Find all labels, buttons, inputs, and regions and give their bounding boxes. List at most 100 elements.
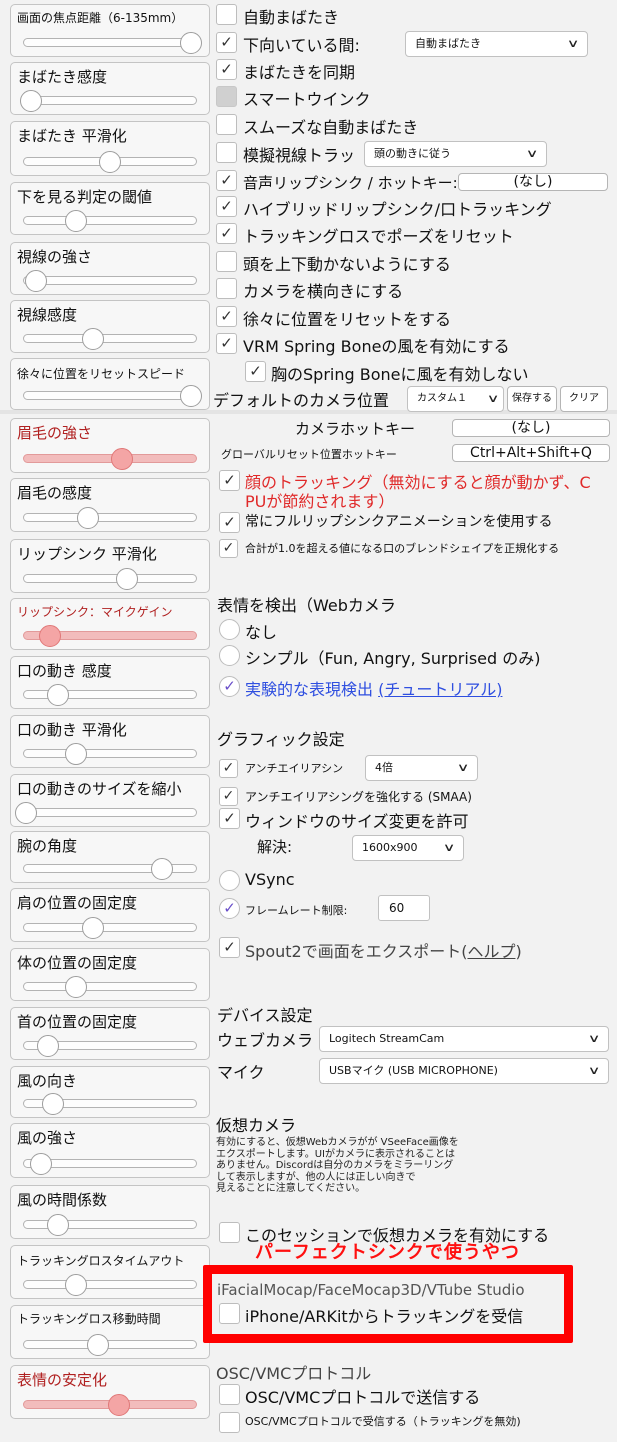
slider-handle[interactable]	[111, 448, 134, 470]
look-down-select[interactable]: 自動まばたき ∨	[405, 31, 588, 57]
slider-track[interactable]	[23, 743, 197, 765]
normalize-blend-checkbox[interactable]: ✓	[219, 539, 238, 558]
arkit-receive-checkbox[interactable]	[219, 1303, 240, 1324]
slider-track[interactable]	[23, 1093, 197, 1115]
save-camera-button[interactable]: 保存する	[507, 386, 557, 412]
smaa-checkbox[interactable]: ✓	[219, 787, 238, 806]
clear-camera-button[interactable]: クリア	[560, 386, 608, 412]
slider-track[interactable]	[23, 151, 197, 173]
slider-handle[interactable]	[47, 684, 70, 706]
sim-gaze-select[interactable]: 頭の動きに従う ∨	[364, 141, 547, 167]
device-title: デバイス設定	[217, 1006, 313, 1025]
slider-track[interactable]	[23, 32, 202, 54]
full-lipsync-checkbox[interactable]: ✓	[219, 512, 240, 533]
expression-experimental-radio[interactable]: ✓	[219, 676, 240, 697]
look-down-checkbox[interactable]: ✓	[216, 32, 237, 53]
resolution-select[interactable]: 1600x900 ∨	[352, 835, 464, 861]
slider-track[interactable]	[23, 568, 197, 590]
slider-handle[interactable]	[86, 1334, 109, 1356]
slider-track[interactable]	[23, 684, 197, 706]
slider-track[interactable]	[23, 385, 202, 407]
gradual-reset-checkbox[interactable]: ✓	[216, 306, 237, 327]
slider-track[interactable]	[23, 1394, 197, 1416]
lipsync-hotkey-field[interactable]: (なし)	[458, 173, 608, 191]
slider-handle[interactable]	[116, 568, 139, 590]
fps-limit-input[interactable]: 60	[378, 895, 430, 921]
slider-handle[interactable]	[30, 1153, 53, 1175]
vrm-wind-checkbox[interactable]: ✓	[216, 333, 237, 354]
slider-track[interactable]	[23, 1214, 197, 1236]
slider-track[interactable]	[23, 625, 197, 647]
voice-lipsync-checkbox[interactable]: ✓	[216, 170, 237, 191]
slider-handle[interactable]	[37, 1035, 60, 1057]
sync-blink-label: まばたきを同期	[243, 63, 356, 82]
slider-track[interactable]	[23, 210, 197, 232]
graphics-title: グラフィック設定	[217, 730, 345, 749]
slider-handle[interactable]	[107, 1394, 130, 1416]
slider-handle[interactable]	[99, 151, 121, 173]
slider-track[interactable]	[23, 1274, 197, 1296]
fps-limit-radio[interactable]: ✓	[219, 898, 240, 919]
auto-blink-checkbox[interactable]	[216, 4, 237, 25]
slider-handle[interactable]	[76, 507, 99, 529]
slider-handle[interactable]	[179, 385, 202, 407]
slider-handle[interactable]	[150, 858, 173, 880]
vsync-label: VSync	[245, 870, 295, 889]
slider-track[interactable]	[14, 802, 197, 824]
slider-handle[interactable]	[81, 917, 104, 939]
expression-simple-radio[interactable]	[219, 645, 240, 666]
osc-send-checkbox[interactable]	[219, 1384, 240, 1405]
slider-handle[interactable]	[25, 270, 48, 292]
osc-receive-checkbox[interactable]	[219, 1412, 240, 1433]
face-tracking-checkbox[interactable]: ✓	[219, 470, 240, 491]
slider-track[interactable]	[23, 1334, 197, 1356]
slider-handle[interactable]	[64, 976, 87, 998]
chest-wind-checkbox[interactable]: ✓	[245, 361, 266, 382]
slider-track[interactable]	[23, 976, 197, 998]
camera-side-checkbox[interactable]	[216, 278, 237, 299]
expression-none-radio[interactable]	[219, 619, 240, 640]
smooth-blink-checkbox[interactable]	[216, 114, 237, 135]
slider-handle[interactable]	[42, 1093, 65, 1115]
slider-handle[interactable]	[64, 743, 87, 765]
slider-track[interactable]	[23, 1153, 197, 1175]
slider-handle[interactable]	[179, 32, 202, 54]
camera-hotkey-field[interactable]: (なし)	[452, 419, 610, 437]
mic-select[interactable]: USBマイク (USB MICROPHONE) ∨	[319, 1058, 609, 1084]
slider-handle[interactable]	[38, 625, 61, 647]
slider-track[interactable]	[19, 90, 197, 112]
resize-checkbox[interactable]: ✓	[219, 808, 240, 829]
slider-track[interactable]	[23, 1035, 197, 1057]
spout-checkbox[interactable]: ✓	[219, 937, 240, 958]
virtual-camera-checkbox[interactable]	[219, 1222, 240, 1243]
hybrid-lipsync-checkbox[interactable]: ✓	[216, 196, 237, 217]
slider-track[interactable]	[23, 507, 197, 529]
aa-select[interactable]: 4倍 ∨	[365, 755, 478, 781]
spout-help-link[interactable]: ヘルプ	[467, 942, 515, 961]
slider-handle[interactable]	[19, 90, 42, 112]
webcam-select[interactable]: Logitech StreamCam ∨	[319, 1026, 609, 1052]
smart-wink-checkbox[interactable]	[216, 86, 237, 107]
slider-handle[interactable]	[64, 1274, 87, 1296]
camera-position-select[interactable]: カスタム１ ∨	[407, 386, 504, 412]
experimental-text: 実験的な表現検出	[245, 680, 374, 699]
sim-gaze-checkbox[interactable]	[216, 142, 237, 163]
reset-pose-checkbox[interactable]: ✓	[216, 223, 237, 244]
slider-handle[interactable]	[81, 328, 104, 350]
slider-card: 視線感度	[10, 300, 210, 353]
sync-blink-checkbox[interactable]: ✓	[216, 59, 237, 80]
aa-checkbox[interactable]: ✓	[219, 759, 238, 778]
global-reset-field[interactable]: Ctrl+Alt+Shift+Q	[452, 444, 610, 462]
tutorial-link[interactable]: (チュートリアル)	[378, 680, 502, 699]
slider-track[interactable]	[23, 270, 197, 292]
vsync-radio[interactable]	[219, 870, 240, 891]
slider-handle[interactable]	[64, 210, 87, 232]
slider-handle[interactable]	[14, 802, 37, 824]
slider-track[interactable]	[23, 448, 197, 470]
head-lock-checkbox[interactable]	[216, 251, 237, 272]
slider-track[interactable]	[23, 858, 197, 880]
chevron-down-icon: ∨	[456, 761, 470, 774]
slider-track[interactable]	[23, 917, 197, 939]
slider-handle[interactable]	[47, 1214, 70, 1236]
slider-track[interactable]	[23, 328, 197, 350]
